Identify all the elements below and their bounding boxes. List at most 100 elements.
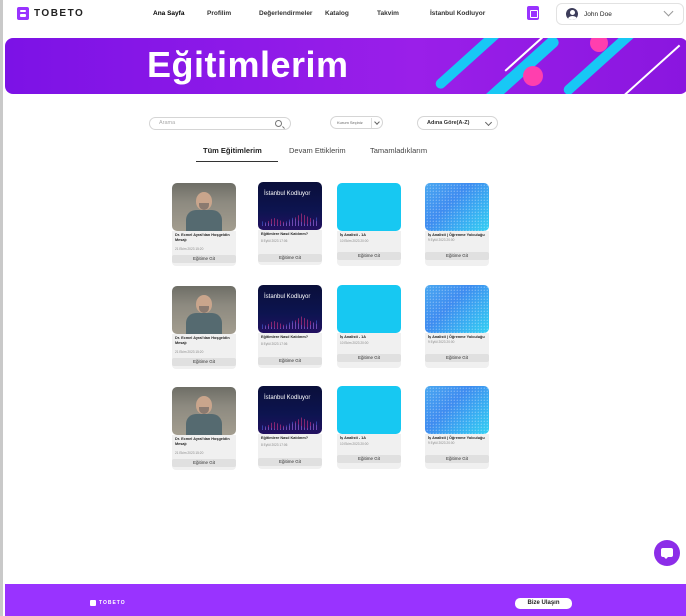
course-card[interactable]: İstanbul Kodluyor Eğitimlere Nasıl Katıl… [258, 285, 322, 368]
left-edge [0, 0, 3, 616]
course-thumbnail [337, 285, 401, 333]
page-banner: Eğitimlerim [5, 38, 686, 94]
nav-calendar[interactable]: Takvim [377, 10, 399, 17]
course-thumbnail [172, 183, 236, 231]
nav-profile[interactable]: Profilim [207, 10, 231, 17]
course-card[interactable]: Dr. Ecmel Ayral'dan Hoşgeldin Mesajı 21 … [172, 387, 236, 470]
chevron-down-icon [374, 119, 380, 125]
course-card[interactable]: Dr. Ecmel Ayral'dan Hoşgeldin Mesajı 21 … [172, 286, 236, 369]
thumbnail-caption: İstanbul Kodluyor [264, 395, 311, 401]
course-thumbnail [425, 386, 489, 434]
course-date: 21 Ekim 2023 15:20 [175, 451, 204, 455]
speaker-figure [186, 210, 222, 231]
go-to-course-button[interactable]: Eğitime Git [172, 358, 236, 366]
course-date: 10 Ekim 2023 20:00 [340, 442, 369, 446]
footer-logo[interactable]: TOBETO [90, 600, 126, 606]
go-to-course-button[interactable]: Eğitime Git [337, 252, 401, 260]
chevron-down-icon [484, 118, 493, 127]
speaker-figure [186, 414, 222, 435]
chat-button[interactable] [654, 540, 680, 566]
course-title: Eğitimlere Nasıl Katılırım? [261, 232, 309, 236]
course-thumbnail [425, 285, 489, 333]
course-card[interactable]: İstanbul Kodluyor Eğitimlere Nasıl Katıl… [258, 182, 322, 265]
course-title: Eğitimlere Nasıl Katılırım? [261, 436, 309, 440]
course-card[interactable]: Dr. Ecmel Ayral'dan Hoşgeldin Mesajı 21 … [172, 183, 236, 266]
institution-select-label: Kurum Seçiniz [337, 120, 363, 125]
course-card[interactable]: İş Analisti - 1A 10 Ekim 2023 20:00 Eğit… [337, 285, 401, 368]
select-divider [371, 118, 372, 128]
course-title: Dr. Ecmel Ayral'dan Hoşgeldin Mesajı [175, 336, 230, 345]
search-icon[interactable] [275, 120, 282, 127]
course-card[interactable]: İş Analisti - 1A 10 Ekim 2023 20:00 Eğit… [337, 183, 401, 266]
course-title: İş Analisti - 1A [340, 335, 367, 339]
contact-us-button[interactable]: Bize Ulaşın [515, 598, 572, 609]
tobeto-logo[interactable]: TOBETO [17, 7, 84, 20]
nav-catalog[interactable]: Katalog [325, 10, 349, 17]
go-to-course-button[interactable]: Eğitime Git [337, 455, 401, 463]
dot-pattern [425, 285, 489, 333]
thumbnail-caption: İstanbul Kodluyor [264, 191, 311, 197]
course-card[interactable]: İş Analisti | Öğrenme Yolculuğu 9 Eylül … [425, 183, 489, 266]
course-card[interactable]: İş Analisti - 1A 10 Ekim 2023 20:00 Eğit… [337, 386, 401, 469]
go-to-course-button[interactable]: Eğitime Git [258, 357, 322, 365]
course-info: İş Analisti - 1A 10 Ekim 2023 20:00 [337, 231, 401, 266]
course-date: 9 Eylül 2023 20:00 [428, 441, 455, 445]
go-to-course-button[interactable]: Eğitime Git [172, 459, 236, 467]
search-placeholder: Arama [159, 120, 176, 126]
go-to-course-button[interactable]: Eğitime Git [425, 455, 489, 463]
course-info: İş Analisti | Öğrenme Yolculuğu 9 Eylül … [425, 434, 489, 469]
go-to-course-button[interactable]: Eğitime Git [337, 354, 401, 362]
course-date: 21 Ekim 2023 15:20 [175, 247, 204, 251]
course-thumbnail: İstanbul Kodluyor [258, 386, 322, 434]
tab-in-progress[interactable]: Devam Ettiklerim [289, 146, 346, 155]
banner-line [619, 44, 680, 94]
tab-all-courses[interactable]: Tüm Eğitimlerim [203, 146, 262, 155]
course-thumbnail [337, 386, 401, 434]
course-card[interactable]: İş Analisti | Öğrenme Yolculuğu 9 Eylül … [425, 285, 489, 368]
tobeto-logo-icon [17, 7, 29, 20]
avatar-icon [566, 8, 578, 20]
tab-completed[interactable]: Tamamladıklarım [370, 146, 427, 155]
chat-bubble-icon [661, 548, 673, 559]
course-date: 10 Ekim 2023 20:00 [340, 239, 369, 243]
go-to-course-button[interactable]: Eğitime Git [172, 255, 236, 263]
course-date: 8 Eylül 2023 17:06 [261, 239, 288, 243]
course-title: Dr. Ecmel Ayral'dan Hoşgeldin Mesajı [175, 437, 230, 446]
banner-dot-pink [523, 66, 543, 86]
user-name: John Doe [584, 11, 612, 18]
go-to-course-button[interactable]: Eğitime Git [258, 254, 322, 262]
dot-pattern [425, 183, 489, 231]
tobeto-logo-icon [90, 600, 96, 606]
footer-logo-text: TOBETO [99, 600, 126, 606]
user-menu[interactable]: John Doe [556, 3, 684, 25]
footer: TOBETO Bize Ulaşın [5, 584, 686, 616]
course-info: İş Analisti | Öğrenme Yolculuğu 9 Eylül … [425, 333, 489, 368]
nav-evaluations[interactable]: Değerlendirmeler [259, 10, 312, 17]
course-info: İş Analisti - 1A 10 Ekim 2023 20:00 [337, 434, 401, 469]
course-date: 21 Ekim 2023 15:20 [175, 350, 204, 354]
dot-pattern [425, 386, 489, 434]
nav-home[interactable]: Ana Sayfa [153, 10, 184, 17]
course-date: 9 Eylül 2023 20:00 [428, 238, 455, 242]
course-title: İş Analisti - 1A [340, 233, 367, 237]
speaker-figure [186, 313, 222, 334]
logo-text: TOBETO [34, 8, 85, 19]
course-info: İş Analisti | Öğrenme Yolculuğu 9 Eylül … [425, 231, 489, 266]
institution-select[interactable]: Kurum Seçiniz [330, 116, 383, 129]
sort-select-label: Adına Göre(A-Z) [427, 120, 470, 126]
course-title: Dr. Ecmel Ayral'dan Hoşgeldin Mesajı [175, 233, 230, 242]
course-thumbnail [172, 387, 236, 435]
go-to-course-button[interactable]: Eğitime Git [425, 354, 489, 362]
page-title: Eğitimlerim [147, 44, 349, 85]
go-to-course-button[interactable]: Eğitime Git [425, 252, 489, 260]
search-input[interactable]: Arama [149, 117, 291, 130]
course-card[interactable]: İstanbul Kodluyor Eğitimlere Nasıl Katıl… [258, 386, 322, 469]
course-title: Eğitimlere Nasıl Katılırım? [261, 335, 309, 339]
nav-istanbul-kodluyor[interactable]: İstanbul Kodluyor [430, 10, 485, 17]
thumbnail-caption: İstanbul Kodluyor [264, 294, 311, 300]
course-title: İş Analisti - 1A [340, 436, 367, 440]
sort-select[interactable]: Adına Göre(A-Z) [417, 116, 498, 130]
go-to-course-button[interactable]: Eğitime Git [258, 458, 322, 466]
tobeto-app-icon[interactable] [527, 6, 539, 20]
course-card[interactable]: İş Analisti | Öğrenme Yolculuğu 9 Eylül … [425, 386, 489, 469]
